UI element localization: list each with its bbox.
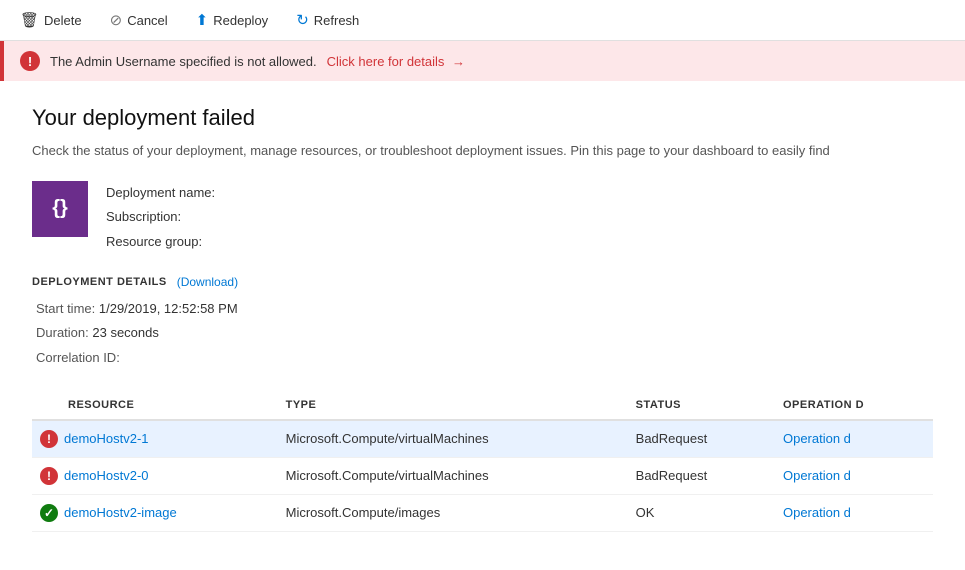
main-content: Your deployment failed Check the status … (0, 81, 965, 548)
success-status-icon: ✓ (40, 504, 58, 522)
col-type: TYPE (274, 391, 624, 420)
duration-value: 23 seconds (92, 325, 159, 340)
resource-link-1[interactable]: demoHostv2-0 (64, 468, 149, 483)
subscription-row: Subscription: (106, 205, 215, 230)
cell-status-1: BadRequest (624, 457, 771, 494)
cancel-label: Cancel (127, 13, 167, 28)
delete-icon: 🗑 (20, 11, 39, 29)
error-message: The Admin Username specified is not allo… (50, 54, 317, 69)
resource-link-2[interactable]: demoHostv2-image (64, 505, 177, 520)
col-operation: OPERATION D (771, 391, 933, 420)
refresh-button[interactable]: ↻ Refresh (292, 9, 363, 31)
subscription-label: Subscription: (106, 209, 181, 224)
redeploy-label: Redeploy (213, 13, 268, 28)
resource-table: RESOURCE TYPE STATUS OPERATION D ! demoHo… (32, 391, 933, 532)
correlation-row: Correlation ID: (36, 346, 933, 371)
refresh-label: Refresh (314, 13, 360, 28)
page-title: Your deployment failed (32, 105, 933, 131)
table-row[interactable]: ✓ demoHostv2-image Microsoft.Compute/image… (32, 494, 933, 531)
cell-status-2: OK (624, 494, 771, 531)
deployment-subtitle: Check the status of your deployment, man… (32, 141, 933, 161)
toolbar: 🗑 Delete ⊘ Cancel ⬆ Redeploy ↻ Refresh (0, 0, 965, 41)
deployment-details-section: DEPLOYMENT DETAILS (Download) Start time… (32, 275, 933, 371)
deployment-info-row: {} Deployment name: Subscription: Resour… (32, 181, 933, 255)
error-banner: ! The Admin Username specified is not al… (0, 41, 965, 81)
table-header-row: RESOURCE TYPE STATUS OPERATION D (32, 391, 933, 420)
duration-label: Duration: (36, 325, 89, 340)
delete-label: Delete (44, 13, 82, 28)
delete-button[interactable]: 🗑 Delete (16, 9, 86, 31)
deployment-icon-label: {} (52, 197, 68, 220)
error-icon: ! (20, 51, 40, 71)
resource-group-label: Resource group: (106, 234, 202, 249)
refresh-icon: ↻ (296, 11, 309, 29)
operation-link-0[interactable]: Operation d (783, 431, 851, 446)
correlation-label: Correlation ID: (36, 350, 120, 365)
cell-status-0: BadRequest (624, 420, 771, 458)
resource-link-0[interactable]: demoHostv2-1 (64, 431, 149, 446)
error-status-icon: ! (40, 467, 58, 485)
deployment-name-label: Deployment name: (106, 185, 215, 200)
cell-type-1: Microsoft.Compute/virtualMachines (274, 457, 624, 494)
start-time-value: 1/29/2019, 12:52:58 PM (99, 301, 238, 316)
error-arrow: → (452, 54, 465, 69)
cell-type-0: Microsoft.Compute/virtualMachines (274, 420, 624, 458)
resource-group-row: Resource group: (106, 230, 215, 255)
cell-operation-2: Operation d (771, 494, 933, 531)
operation-link-2[interactable]: Operation d (783, 505, 851, 520)
redeploy-button[interactable]: ⬆ Redeploy (192, 9, 273, 31)
table-row[interactable]: ! demoHostv2-1 Microsoft.Compute/virtualMa… (32, 420, 933, 458)
details-body: Start time: 1/29/2019, 12:52:58 PM Durat… (32, 297, 933, 371)
cell-resource-0: ! demoHostv2-1 (32, 421, 274, 457)
details-header: DEPLOYMENT DETAILS (Download) (32, 275, 933, 289)
operation-link-1[interactable]: Operation d (783, 468, 851, 483)
error-status-icon: ! (40, 430, 58, 448)
cancel-button[interactable]: ⊘ Cancel (106, 9, 172, 31)
error-link-text: Click here for details (327, 54, 445, 69)
cell-type-2: Microsoft.Compute/images (274, 494, 624, 531)
start-time-row: Start time: 1/29/2019, 12:52:58 PM (36, 297, 933, 322)
cell-operation-0: Operation d (771, 420, 933, 458)
redeploy-icon: ⬆ (196, 11, 209, 29)
duration-row: Duration: 23 seconds (36, 321, 933, 346)
error-link[interactable]: Click here for details → (327, 54, 465, 69)
cell-resource-2: ✓ demoHostv2-image (32, 495, 274, 531)
cancel-icon: ⊘ (110, 11, 123, 29)
table-row[interactable]: ! demoHostv2-0 Microsoft.Compute/virtualMa… (32, 457, 933, 494)
cell-resource-1: ! demoHostv2-0 (32, 458, 274, 494)
cell-operation-1: Operation d (771, 457, 933, 494)
col-resource: RESOURCE (32, 391, 274, 420)
deployment-icon: {} (32, 181, 88, 237)
deployment-name-row: Deployment name: (106, 181, 215, 206)
start-time-label: Start time: (36, 301, 95, 316)
download-link[interactable]: (Download) (177, 275, 238, 289)
details-title: DEPLOYMENT DETAILS (32, 276, 167, 288)
deployment-meta: Deployment name: Subscription: Resource … (106, 181, 215, 255)
table-body: ! demoHostv2-1 Microsoft.Compute/virtualMa… (32, 420, 933, 532)
col-status: STATUS (624, 391, 771, 420)
